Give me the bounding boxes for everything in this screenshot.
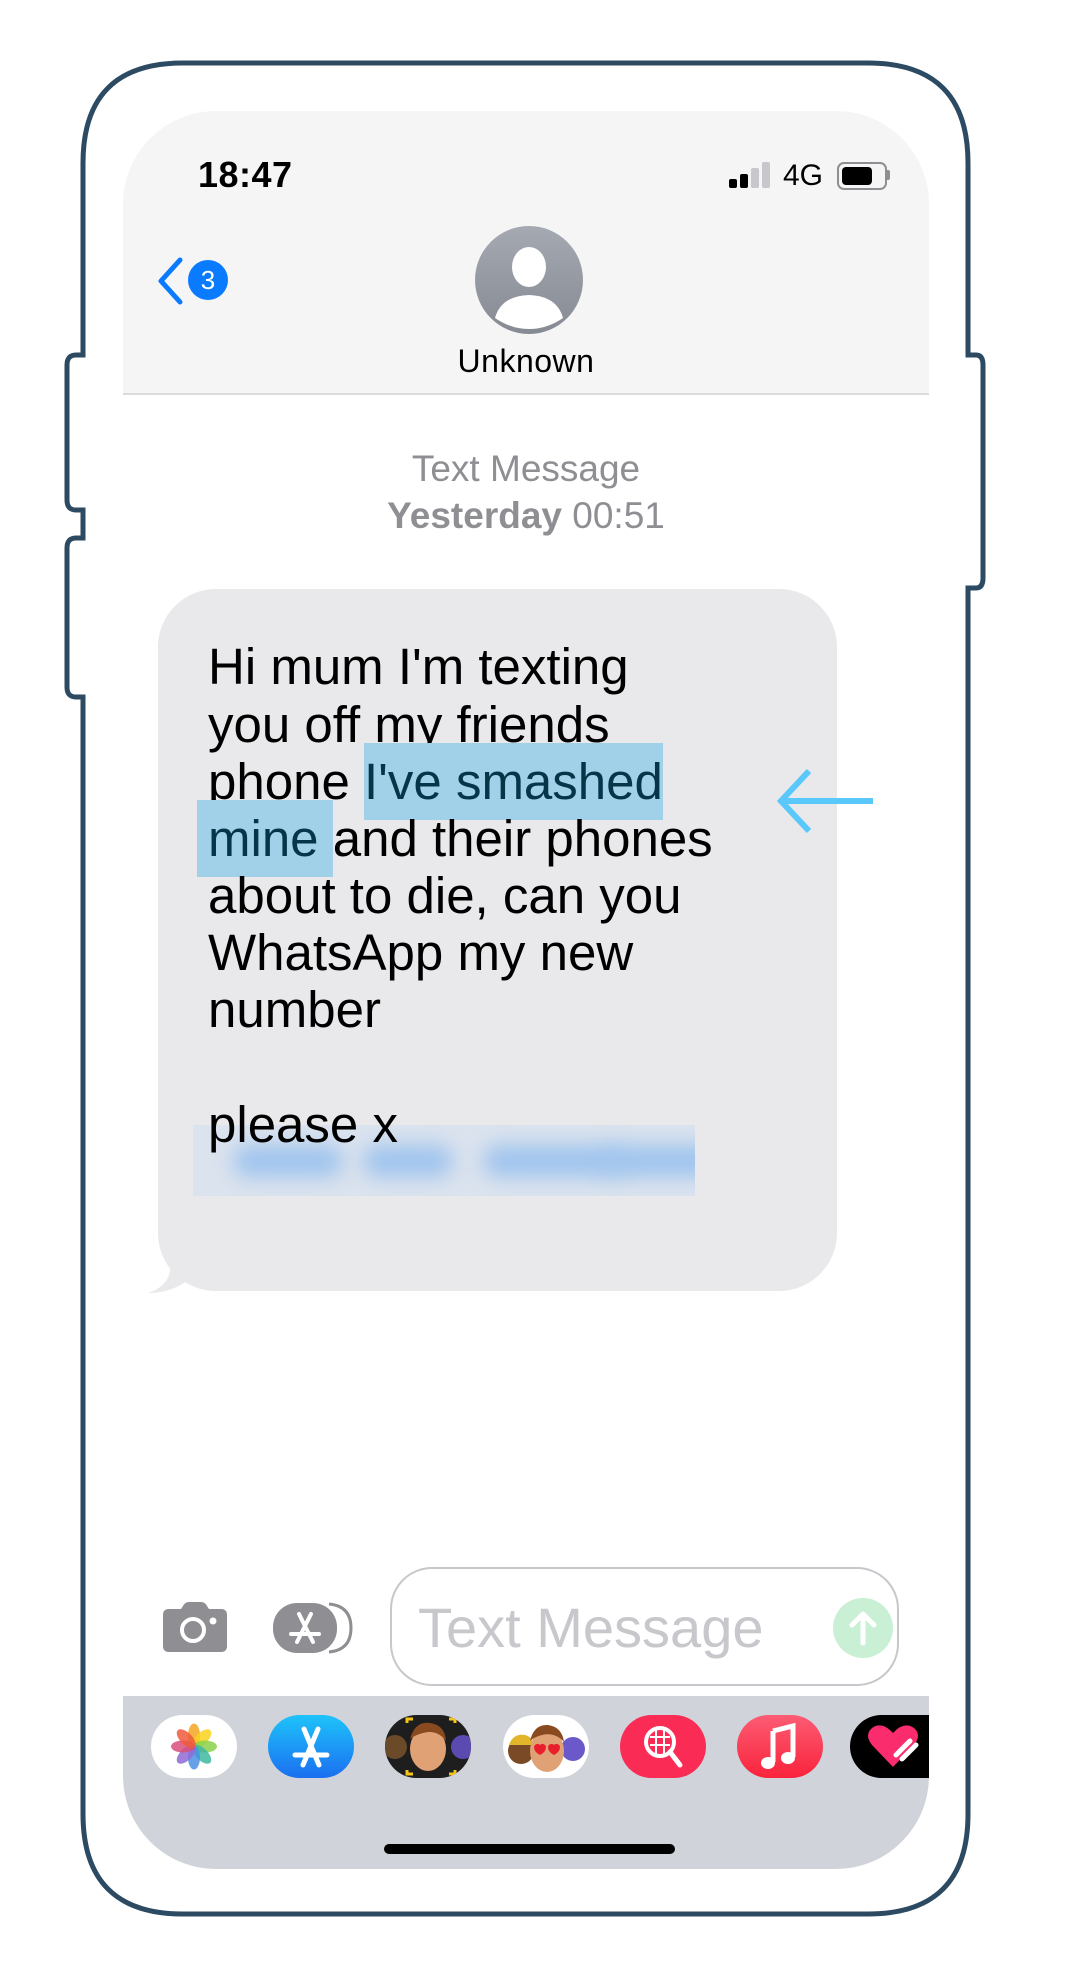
message-text-segment: WhatsApp my new (208, 924, 634, 981)
camera-button[interactable] (163, 1602, 227, 1652)
animoji-icon (508, 1724, 585, 1772)
message-line: Hi mum I'm texting (208, 637, 629, 697)
app-store-icon (292, 1726, 330, 1768)
conversation-header: 18:47 4G 3 Unknown (123, 111, 929, 395)
signal-bar (762, 162, 770, 188)
signal-strength-icon (729, 162, 773, 188)
message-text-segment: about to die, can you (208, 867, 682, 924)
message-service-label: Text Message (411, 448, 641, 489)
arrow-left-icon (776, 768, 873, 834)
app-animoji[interactable] (503, 1715, 589, 1778)
message-line: number (208, 980, 381, 1040)
app-digital-touch[interactable] (850, 1715, 929, 1778)
memoji-icon (385, 1717, 471, 1776)
message-text-segment: Hi mum I'm texting (208, 638, 629, 695)
blurred-digits (603, 1145, 695, 1177)
battery-icon (837, 162, 887, 190)
app-photos[interactable] (151, 1715, 237, 1778)
phone-screen: 18:47 4G 3 Unknown Text Message Yesterda… (123, 111, 929, 1869)
person-silhouette-icon (495, 247, 563, 329)
message-text-segment: and their phones (332, 810, 713, 867)
signal-bar (751, 168, 759, 188)
digital-touch-icon (868, 1725, 919, 1767)
message-text-segment: number (208, 981, 381, 1038)
app-store-icon (273, 1602, 353, 1654)
status-time: 18:47 (198, 154, 293, 195)
camera-icon (163, 1602, 227, 1652)
arrow-up-icon (849, 1611, 877, 1646)
message-line: WhatsApp my new (208, 923, 633, 983)
send-button[interactable] (833, 1598, 893, 1658)
contact-name[interactable]: Unknown (123, 343, 929, 380)
message-text-segment: please x (208, 1096, 398, 1153)
network-type: 4G (783, 159, 824, 192)
battery-cap (887, 170, 890, 180)
message-timestamp: Yesterday 00:51 (123, 495, 929, 537)
timestamp-time: 00:51 (572, 495, 665, 536)
app-app-store[interactable] (268, 1715, 354, 1778)
timestamp-day: Yesterday (387, 495, 562, 536)
signal-bar (740, 174, 748, 188)
back-button[interactable]: 3 (156, 256, 236, 306)
app-image-search[interactable] (620, 1715, 706, 1778)
app-music[interactable] (737, 1715, 823, 1778)
message-input[interactable]: Text Message (390, 1567, 899, 1686)
home-indicator[interactable] (384, 1844, 675, 1854)
photos-icon (171, 1723, 217, 1770)
message-line: about to die, can you (208, 866, 682, 926)
apps-button[interactable] (273, 1602, 355, 1654)
unread-count-badge: 3 (188, 260, 228, 300)
app-memoji-stickers[interactable] (385, 1715, 471, 1778)
chevron-left-icon (158, 257, 183, 305)
music-icon (761, 1722, 796, 1769)
blurred-digits (483, 1145, 623, 1177)
battery-level (842, 167, 872, 185)
signal-bar (729, 179, 737, 188)
message-line: please x (208, 1095, 398, 1155)
message-line: mine and their phones (197, 800, 713, 877)
message-input-placeholder: Text Message (418, 1596, 764, 1659)
contact-avatar[interactable] (475, 226, 583, 334)
image-search-icon (644, 1726, 683, 1768)
